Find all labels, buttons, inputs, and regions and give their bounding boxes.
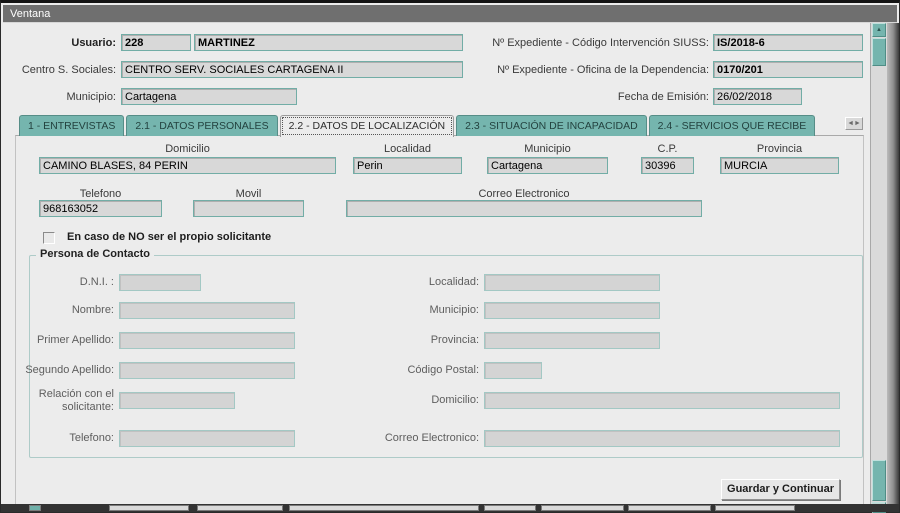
correo-label: Correo Electronico	[346, 188, 702, 200]
application-window: Ventana Usuario: 228 MARTINEZ Nº Expedie…	[0, 0, 900, 513]
tab-servicios-recibe[interactable]: 2.4 - SERVICIOS QUE RECIBE	[649, 115, 816, 136]
expediente-oficina-field[interactable]: 0170/201	[713, 61, 863, 78]
window-title: Ventana	[10, 8, 50, 20]
persona-contacto-legend: Persona de Contacto	[36, 248, 154, 260]
contact-localidad-label: Localidad:	[374, 276, 479, 288]
cp-field[interactable]: 30396	[641, 157, 694, 174]
expediente-oficina-label: Nº Expediente - Oficina de la Dependenci…	[431, 64, 709, 76]
contact-nombre-label: Nombre:	[9, 304, 114, 316]
municipio-header-field[interactable]: Cartagena	[121, 88, 297, 105]
fecha-emision-field[interactable]: 26/02/2018	[713, 88, 802, 105]
tab-bar: 1 - ENTREVISTAS 2.1 - DATOS PERSONALES 2…	[19, 115, 815, 137]
contact-municipio-label: Municipio:	[374, 304, 479, 316]
centro-label: Centro S. Sociales:	[11, 64, 116, 76]
movil-label: Movil	[193, 188, 304, 200]
domicilio-field[interactable]: CAMINO BLASES, 84 PERIN	[39, 157, 336, 174]
expediente-siuss-label: Nº Expediente - Código Intervención SIUS…	[431, 37, 709, 49]
fecha-emision-label: Fecha de Emisión:	[431, 91, 709, 103]
scroll-up-icon[interactable]: ▲	[872, 23, 886, 37]
bottom-bar-segment	[628, 505, 711, 511]
telefono-label: Telefono	[39, 188, 162, 200]
guardar-continuar-button[interactable]: Guardar y Continuar	[721, 479, 840, 500]
bottom-bar	[1, 504, 899, 512]
telefono-field[interactable]: 968163052	[39, 200, 162, 217]
bottom-bar-segment	[715, 505, 795, 511]
tab-datos-localizacion[interactable]: 2.2 - DATOS DE LOCALIZACIÓN	[280, 115, 455, 137]
scrollbar-thumb-bottom[interactable]	[872, 460, 886, 501]
tab-situacion-incapacidad[interactable]: 2.3 - SITUACIÓN DE INCAPACIDAD	[456, 115, 647, 136]
municipio-label: Municipio	[487, 143, 608, 155]
window-titlebar: Ventana	[3, 5, 897, 23]
contact-correo-field[interactable]	[484, 430, 840, 447]
not-applicant-checkbox-label: En caso de NO ser el propio solicitante	[67, 231, 271, 243]
usuario-name-field[interactable]: MARTINEZ	[194, 34, 463, 51]
bottom-bar-segment	[197, 505, 283, 511]
contact-telefono-field[interactable]	[119, 430, 295, 447]
movil-field[interactable]	[193, 200, 304, 217]
contact-correo-label: Correo Electronico:	[369, 432, 479, 444]
contact-relacion-label: Relación con el solicitante:	[36, 388, 114, 414]
contact-dni-field[interactable]	[119, 274, 201, 291]
centro-field[interactable]: CENTRO SERV. SOCIALES CARTAGENA II	[121, 61, 463, 78]
contact-provincia-label: Provincia:	[374, 334, 479, 346]
scrollbar-thumb-top[interactable]	[872, 38, 886, 66]
contact-domicilio-label: Domicilio:	[374, 394, 479, 406]
contact-primer-apellido-label: Primer Apellido:	[9, 334, 114, 346]
bottom-bar-segment	[541, 505, 624, 511]
contact-relacion-field[interactable]	[119, 392, 235, 409]
contact-codigo-postal-label: Código Postal:	[374, 364, 479, 376]
window-right-border	[886, 23, 899, 512]
bottom-bar-segment	[29, 505, 41, 511]
tab-entrevistas[interactable]: 1 - ENTREVISTAS	[19, 115, 124, 136]
contact-telefono-label: Telefono:	[9, 432, 114, 444]
bottom-bar-segment	[109, 505, 189, 511]
contact-codigo-postal-field[interactable]	[484, 362, 542, 379]
tab-datos-personales[interactable]: 2.1 - DATOS PERSONALES	[126, 115, 277, 136]
vertical-scrollbar[interactable]: ▲ ▼	[870, 23, 887, 508]
contact-segundo-apellido-label: Segundo Apellido:	[9, 364, 114, 376]
bottom-bar-segment	[484, 505, 536, 511]
contact-dni-label: D.N.I. :	[9, 276, 114, 288]
tab-scroll-arrows-icon[interactable]: ◄►	[845, 117, 863, 130]
not-applicant-checkbox[interactable]	[43, 232, 55, 244]
municipio-field[interactable]: Cartagena	[487, 157, 608, 174]
usuario-label: Usuario:	[31, 37, 116, 49]
contact-localidad-field[interactable]	[484, 274, 660, 291]
contact-domicilio-field[interactable]	[484, 392, 840, 409]
contact-provincia-field[interactable]	[484, 332, 660, 349]
provincia-label: Provincia	[720, 143, 839, 155]
expediente-siuss-field[interactable]: IS/2018-6	[713, 34, 863, 51]
localidad-field[interactable]: Perin	[353, 157, 462, 174]
municipio-header-label: Municipio:	[11, 91, 116, 103]
localidad-label: Localidad	[353, 143, 462, 155]
contact-municipio-field[interactable]	[484, 302, 660, 319]
bottom-bar-segment	[289, 505, 479, 511]
contact-nombre-field[interactable]	[119, 302, 295, 319]
cp-label: C.P.	[641, 143, 694, 155]
correo-field[interactable]	[346, 200, 702, 217]
usuario-code-field[interactable]: 228	[121, 34, 191, 51]
domicilio-label: Domicilio	[39, 143, 336, 155]
contact-segundo-apellido-field[interactable]	[119, 362, 295, 379]
contact-primer-apellido-field[interactable]	[119, 332, 295, 349]
provincia-field[interactable]: MURCIA	[720, 157, 839, 174]
